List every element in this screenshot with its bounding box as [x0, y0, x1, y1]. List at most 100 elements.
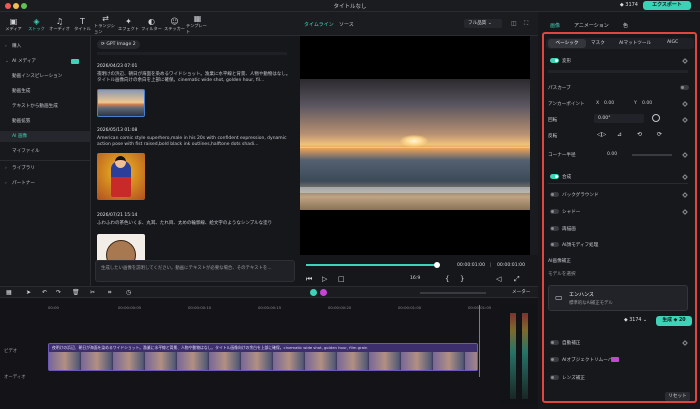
preview-letterbox-top	[300, 36, 530, 79]
tool-filter[interactable]: ◐ フィルター	[140, 12, 163, 36]
tool-effect[interactable]: ✦ エフェクト	[117, 12, 140, 36]
playback-bar: 00:00:01:00 | 00:00:01:00 ⏮ ▷ □ 16:9 { }…	[300, 255, 538, 286]
prompt-card: 2026/07/21 15:14 ふわふわの茶色いくま、丸耳、たれ目、太めの輪郭…	[97, 213, 293, 227]
track-label-audio: オーディオ	[4, 375, 26, 380]
stock-icon: ◈	[33, 16, 40, 26]
tab-animation[interactable]: アニメーション	[574, 22, 609, 29]
resize-icon[interactable]: ⤢	[514, 275, 520, 284]
ai-edit-icon[interactable]	[310, 289, 317, 296]
crop-icon[interactable]: ⌗	[108, 289, 111, 297]
chevron-right-icon: ›	[5, 166, 7, 171]
total-time: 00:00:01:00	[497, 263, 526, 268]
tab-image[interactable]: 画像	[550, 22, 560, 29]
current-time: 00:00:01:00	[457, 263, 486, 268]
undo-icon[interactable]: ↶	[42, 289, 47, 296]
snapshot-icon[interactable]: ◫	[511, 20, 517, 27]
card-text: 夜明けの浜辺、朝日が海面を染めるワイドショット。漁業に水平線と背景、人物や動物は…	[97, 72, 291, 83]
preview-letterbox-bottom	[300, 210, 530, 255]
effect-icon: ✦	[125, 16, 132, 26]
tool-title[interactable]: T タイトル	[71, 12, 94, 36]
chevron-right-icon: ›	[5, 44, 7, 49]
grid-icon[interactable]: ▦	[6, 289, 12, 296]
title-icon: T	[80, 16, 85, 26]
sidebar-item-ai-media[interactable]: ⌄ AI メディア	[0, 56, 91, 67]
tool-template[interactable]: ▦ テンプレート	[186, 12, 209, 36]
track-label-video: ビデオ	[4, 349, 18, 354]
ai-image-panel: ⟳ GPT Image 2 2026/04/23 07:01 夜明けの浜辺、朝日…	[91, 36, 300, 286]
tool-stock[interactable]: ◈ ストック	[25, 12, 48, 36]
card-date: 2026/04/23 07:01	[97, 64, 138, 69]
credit-count: ◆ 3174	[619, 2, 638, 8]
chevron-down-icon: ⌄	[5, 59, 9, 64]
sidebar-item-video-inspiration[interactable]: 動画インスピレーション	[0, 71, 91, 82]
quality-dropdown[interactable]: フル品質 ⌄	[464, 19, 502, 28]
sidebar-item-my-files[interactable]: マイファイル	[0, 146, 91, 157]
generated-image-sunrise[interactable]	[97, 89, 145, 117]
tool-transition[interactable]: ⇄ トランジション	[94, 12, 117, 36]
play-icon[interactable]: ▷	[322, 275, 327, 283]
template-icon: ▦	[193, 13, 202, 23]
generated-image-superhero[interactable]	[97, 153, 145, 200]
highlight-frame	[542, 32, 697, 403]
mark-out-icon[interactable]: }	[460, 275, 464, 283]
speed-icon[interactable]: ◷	[126, 289, 131, 296]
aspect-ratio[interactable]: 16:9	[410, 276, 420, 281]
preview-strip	[530, 36, 538, 255]
timeline-ruler: 00:00 00:00:00:05 00:00:00:10 00:00:00:1…	[48, 305, 491, 310]
media-toolbar: ▣ メディア ◈ ストック ♫ オーディオ T タイトル ⇄ トランジション ✦ エフェクト…	[0, 12, 300, 36]
timeline-toolbar: ▦ ➤ ↶ ↷ 🗑 ✂ ⌗ ◷ メーター	[0, 286, 538, 298]
sidebar-item-text-to-video[interactable]: テキストから動画生成	[0, 101, 91, 112]
prompt-card: 2026/04/23 07:01 夜明けの浜辺、朝日が海面を染めるワイドショット…	[97, 64, 293, 84]
sidebar-divider	[0, 160, 91, 161]
tab-color[interactable]: 色	[623, 22, 628, 29]
tool-sticker[interactable]: ☺ ステッカー	[163, 12, 186, 36]
transition-icon: ⇄	[102, 13, 109, 23]
clip-filmstrip	[49, 352, 477, 370]
playhead-handle[interactable]	[434, 262, 440, 268]
model-selector[interactable]: ⟳ GPT Image 2	[97, 40, 140, 49]
sidebar-item-video-extend[interactable]: 動画拡張	[0, 116, 91, 127]
tab-timeline[interactable]: タイムライン	[304, 21, 334, 28]
card-date: 2026/05/13 01:08	[97, 128, 138, 133]
redo-icon[interactable]: ↷	[56, 289, 61, 296]
filter-icon: ◐	[148, 16, 155, 26]
timeline-playhead[interactable]	[479, 305, 480, 377]
card-date: 2026/07/21 15:14	[97, 213, 138, 218]
tool-media[interactable]: ▣ メディア	[2, 12, 25, 36]
split-icon[interactable]: ✂	[90, 289, 95, 296]
meter-label: メーター	[512, 290, 531, 295]
title-bar: タイトルなし ◆ 3174 エクスポート	[0, 0, 700, 12]
window-title: タイトルなし	[333, 4, 367, 10]
prompt-input[interactable]: 生成したい画像を説明してください。動画にテキストが必要な場合、そのテキストを..…	[95, 260, 295, 282]
volume-icon[interactable]: ◁	[496, 275, 501, 283]
card-text: ふわふわの茶色いくま、丸耳、たれ目、太めの輪郭線、絵文字のようなシンプルな塗り	[97, 221, 273, 226]
zoom-slider[interactable]	[420, 292, 486, 294]
mark-in-icon[interactable]: {	[445, 275, 449, 283]
stop-icon[interactable]: □	[338, 275, 345, 283]
tab-source[interactable]: ソース	[339, 21, 354, 28]
playback-progress[interactable]	[306, 264, 436, 266]
export-button[interactable]: エクスポート	[643, 1, 691, 10]
select-icon[interactable]: ➤	[26, 289, 31, 296]
ai-badge	[71, 59, 79, 64]
preview-header: タイムライン ソース フル品質 ⌄ ◫ ⛶	[300, 12, 538, 36]
chevron-right-icon: ›	[5, 181, 7, 186]
audio-meter	[500, 305, 538, 405]
media-icon: ▣	[9, 16, 18, 26]
sidebar-item-video-generation[interactable]: 動画生成	[0, 86, 91, 97]
ai-copilot-icon[interactable]	[320, 289, 327, 296]
sidebar-item-ai-image[interactable]: AI 画像	[0, 131, 91, 142]
sidebar: › 購入 ⌄ AI メディア 動画インスピレーション 動画生成 テキストから動画生成…	[0, 36, 91, 286]
timeline-clip[interactable]: 夜明けの浜辺、朝日が海面を染めるワイドショット。漁業に水平線と背景、人物や動物は…	[48, 343, 478, 371]
video-preview	[300, 79, 530, 210]
prompt-card: 2026/05/13 01:08 American comic style su…	[97, 128, 293, 148]
card-text: American comic style superhero,male in h…	[97, 136, 287, 147]
tool-audio[interactable]: ♫ オーディオ	[48, 12, 71, 36]
delete-icon[interactable]: 🗑	[72, 289, 80, 296]
fullscreen-icon[interactable]: ⛶	[524, 20, 528, 28]
sidebar-item-partner[interactable]: › パートナー	[0, 178, 91, 189]
sidebar-item-purchase[interactable]: › 購入	[0, 41, 91, 52]
prev-frame-icon[interactable]: ⏮	[306, 275, 312, 284]
audio-icon: ♫	[55, 16, 64, 26]
sidebar-item-library[interactable]: › ライブラリ	[0, 163, 91, 174]
